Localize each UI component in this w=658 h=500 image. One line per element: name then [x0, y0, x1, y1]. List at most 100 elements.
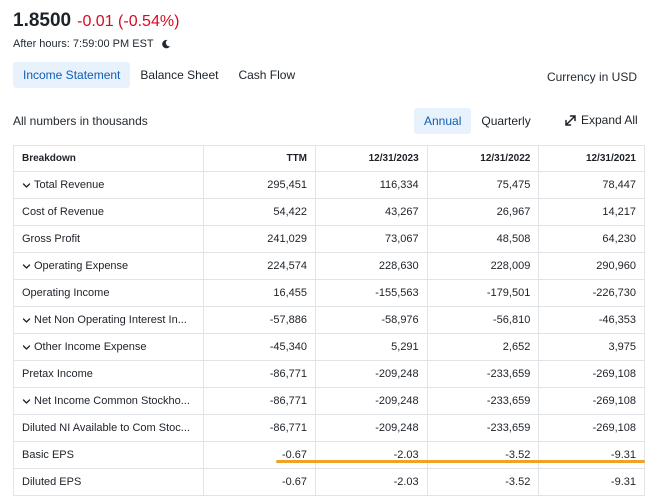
row-label: Total Revenue: [34, 179, 105, 191]
row-value: -86,771: [204, 415, 317, 441]
row-value: 228,630: [316, 253, 428, 279]
table-header-row: Breakdown TTM 12/31/2023 12/31/2022 12/3…: [14, 146, 644, 172]
expand-all-button[interactable]: Expand All: [564, 113, 638, 127]
row-value: -57,886: [204, 307, 317, 333]
row-value: 16,455: [204, 280, 317, 306]
tab-balance-sheet[interactable]: Balance Sheet: [130, 62, 228, 88]
tab-quarterly[interactable]: Quarterly: [471, 108, 540, 134]
row-value: -209,248: [316, 415, 428, 441]
row-label-wrap: Diluted NI Available to Com Stoc...: [22, 422, 190, 434]
header-2021: 12/31/2021: [585, 153, 636, 164]
row-label-cell: Basic EPS: [14, 442, 205, 468]
period-toggle: Annual Quarterly: [414, 108, 541, 134]
row-label: Net Non Operating Interest In...: [34, 314, 187, 326]
row-label-cell: Diluted EPS: [14, 469, 205, 495]
row-label-cell: Gross Profit: [14, 226, 205, 252]
units-note: All numbers in thousands: [13, 114, 148, 128]
row-label-wrap: Pretax Income: [22, 368, 93, 380]
row-label-cell[interactable]: Other Income Expense: [14, 334, 205, 360]
statement-tabs: Income Statement Balance Sheet Cash Flow: [13, 62, 305, 88]
row-value: 54,422: [204, 199, 317, 225]
row-label-cell[interactable]: Total Revenue: [14, 172, 205, 198]
row-value: 2,652: [428, 334, 540, 360]
row-value: 43,267: [316, 199, 428, 225]
row-value: 116,334: [316, 172, 428, 198]
chevron-down-icon[interactable]: [22, 397, 31, 406]
row-label-cell: Diluted NI Available to Com Stoc...: [14, 415, 205, 441]
row-label: Other Income Expense: [34, 341, 147, 353]
chevron-down-icon[interactable]: [22, 343, 31, 352]
price: 1.8500: [13, 10, 72, 31]
row-value: -45,340: [204, 334, 317, 360]
header-ttm: TTM: [204, 146, 317, 171]
row-label: Operating Expense: [34, 260, 129, 272]
row-value: -269,108: [592, 395, 636, 407]
table-row: Gross Profit 241,029 73,067 48,508 64,230: [14, 226, 644, 253]
row-value: -58,976: [316, 307, 428, 333]
row-value: 75,475: [428, 172, 540, 198]
currency-label: Currency in USD: [546, 70, 637, 84]
row-label-wrap: Operating Income: [22, 287, 109, 299]
row-value: -86,771: [204, 388, 317, 414]
row-value: -269,108: [592, 422, 636, 434]
table-row: Operating Expense 224,574 228,630 228,009 29…: [14, 253, 644, 280]
row-label: Pretax Income: [22, 368, 93, 380]
row-label: Basic EPS: [22, 449, 74, 461]
expand-icon: [565, 114, 576, 126]
row-value: -2.03: [316, 469, 428, 495]
tab-cash-flow[interactable]: Cash Flow: [228, 62, 305, 88]
row-value: 64,230: [602, 233, 636, 245]
row-label: Operating Income: [22, 287, 110, 299]
row-label-cell: Cost of Revenue: [14, 199, 205, 225]
row-value: -0.67: [204, 469, 317, 495]
row-label-wrap: Operating Expense: [22, 260, 128, 272]
eps-highlight-underline: [276, 460, 645, 463]
row-value: -0.67: [204, 442, 317, 468]
row-value: -209,248: [316, 361, 428, 387]
row-value: -269,108: [592, 368, 636, 380]
after-hours-row: After hours: 7:59:00 PM EST: [13, 38, 171, 50]
row-value: -86,771: [204, 361, 317, 387]
expand-all-label: Expand All: [581, 113, 638, 127]
row-label-wrap: Cost of Revenue: [22, 206, 104, 218]
row-value: -9.31: [610, 476, 636, 488]
table-row: Pretax Income -86,771 -209,248 -233,659 -269…: [14, 361, 644, 388]
table-row: Other Income Expense -45,340 5,291 2,652 3,9…: [14, 334, 644, 361]
row-label-cell[interactable]: Net Income Common Stockho...: [14, 388, 205, 414]
row-label-wrap: Total Revenue: [22, 179, 104, 191]
row-value: 290,960: [596, 260, 636, 272]
row-label-wrap: Other Income Expense: [22, 341, 147, 353]
row-label-cell[interactable]: Net Non Operating Interest In...: [14, 307, 205, 333]
table-row: Diluted EPS -0.67 -2.03 -3.52 -9.31: [14, 469, 644, 496]
row-label-wrap: Diluted EPS: [22, 476, 81, 488]
table-row: Total Revenue 295,451 116,334 75,475 78,447: [14, 172, 644, 199]
row-value: -3.52: [428, 469, 540, 495]
row-label-cell[interactable]: Operating Expense: [14, 253, 205, 279]
row-label-wrap: Net Non Operating Interest In...: [22, 314, 187, 326]
chevron-down-icon[interactable]: [22, 262, 31, 271]
row-label: Diluted EPS: [22, 476, 82, 488]
header-2023: 12/31/2023: [316, 146, 428, 171]
row-value: 3,975: [608, 341, 636, 353]
row-value: 228,009: [428, 253, 540, 279]
row-value: 26,967: [428, 199, 540, 225]
row-value: -9.31: [610, 449, 636, 461]
row-value: 73,067: [316, 226, 428, 252]
chevron-down-icon[interactable]: [22, 316, 31, 325]
row-value: -233,659: [428, 388, 540, 414]
chevron-down-icon[interactable]: [22, 181, 31, 190]
header-breakdown: Breakdown: [14, 146, 205, 171]
row-label: Diluted NI Available to Com Stoc...: [22, 422, 190, 434]
tab-income-statement[interactable]: Income Statement: [13, 62, 131, 88]
tab-annual[interactable]: Annual: [414, 108, 472, 134]
row-value: 14,217: [602, 206, 636, 218]
row-value: -226,730: [592, 287, 636, 299]
row-label-cell: Pretax Income: [14, 361, 205, 387]
income-statement-table: Breakdown TTM 12/31/2023 12/31/2022 12/3…: [13, 145, 645, 496]
row-value: 78,447: [602, 179, 636, 191]
row-value: 48,508: [428, 226, 540, 252]
row-label: Net Income Common Stockho...: [34, 395, 190, 407]
row-label: Gross Profit: [22, 233, 81, 245]
price-row: 1.8500 -0.01 (-0.54%): [13, 10, 179, 32]
row-value: -233,659: [428, 361, 540, 387]
